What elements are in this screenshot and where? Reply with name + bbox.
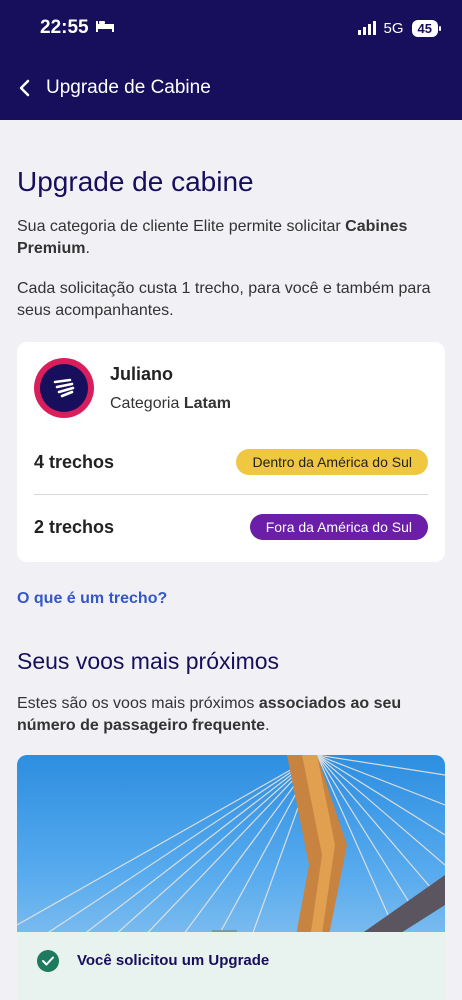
category-label: Categoria — [110, 394, 184, 412]
signal-icon — [357, 21, 376, 35]
back-arrow-icon[interactable] — [18, 75, 32, 101]
flights-text-part: Estes são os voos mais próximos — [17, 695, 259, 712]
status-time-group: 22:55 — [40, 17, 115, 39]
latam-logo-icon — [40, 364, 88, 412]
member-info: Juliano Categoria Latam — [34, 358, 428, 418]
segments-count: 2 trechos — [34, 516, 115, 537]
status-bar: 22:55 5G 45 — [0, 0, 462, 56]
region-badge: Dentro da América do Sul — [236, 449, 428, 475]
page-title: Upgrade de cabine — [17, 166, 254, 197]
flights-text-end: . — [265, 717, 270, 734]
main-content: Upgrade de cabine Sua categoria de clien… — [0, 166, 462, 995]
flights-heading: Seus voos mais próximos — [17, 648, 280, 674]
member-name: Juliano — [110, 363, 174, 384]
check-circle-icon — [37, 950, 59, 972]
region-badge: Fora da América do Sul — [249, 514, 428, 540]
battery-icon: 45 — [411, 19, 442, 37]
member-card: Juliano Categoria Latam 4 trechos Dentro… — [17, 342, 445, 562]
app-header: 22:55 5G 45 Upgrade de Cabine — [0, 0, 462, 120]
member-category: Categoria Latam — [110, 395, 231, 413]
nav-title: Upgrade de Cabine — [46, 77, 211, 98]
intro-text: Sua categoria de cliente Elite permite s… — [17, 216, 445, 260]
status-indicators: 5G 45 — [357, 19, 442, 37]
what-is-segment-link[interactable]: O que é um trecho? — [17, 590, 445, 608]
network-type: 5G — [383, 19, 404, 37]
upgrade-requested-notice: Você solicitou um Upgrade — [17, 932, 445, 1000]
notice-text: Você solicitou um Upgrade — [77, 952, 270, 969]
avatar — [34, 358, 94, 418]
segments-count: 4 trechos — [34, 451, 115, 472]
status-time: 22:55 — [40, 17, 89, 38]
bed-icon — [95, 17, 115, 39]
intro-text-part: Sua categoria de cliente Elite permite s… — [17, 218, 346, 235]
segments-row: 2 trechos Fora da América do Sul — [34, 495, 428, 559]
cost-text: Cada solicitação custa 1 trecho, para vo… — [17, 280, 431, 319]
nav-bar: Upgrade de Cabine — [0, 56, 462, 120]
flights-text: Estes são os voos mais próximos associad… — [17, 693, 445, 737]
segments-row: 4 trechos Dentro da América do Sul — [34, 430, 428, 494]
category-value: Latam — [183, 394, 231, 412]
intro-text-end: . — [85, 240, 90, 257]
